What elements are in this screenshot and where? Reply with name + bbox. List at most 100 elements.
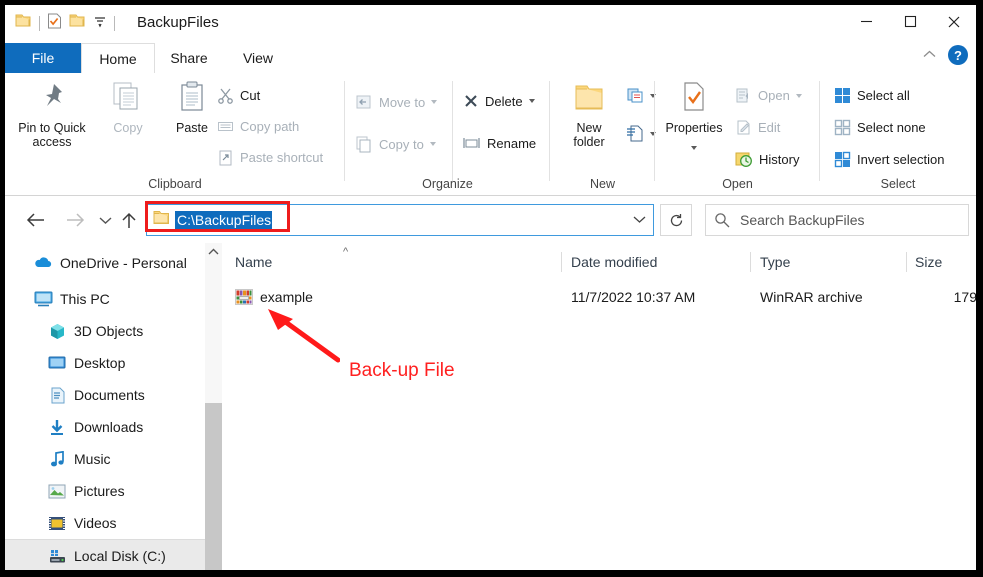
delete-button[interactable]: Delete — [463, 93, 535, 109]
quick-access-toolbar[interactable] — [15, 13, 115, 34]
copy-button[interactable]: Copy — [93, 81, 163, 135]
copy-to-button[interactable]: Copy to — [355, 135, 436, 153]
new-item-button[interactable] — [626, 87, 656, 104]
open-button[interactable]: Open — [735, 87, 802, 104]
copy-path-button[interactable]: Copy path — [217, 118, 299, 135]
navigation-scrollbar[interactable] — [205, 243, 222, 570]
folder-icon[interactable] — [15, 13, 32, 34]
sidebar-label-3d-objects: 3D Objects — [74, 323, 144, 339]
column-divider-1[interactable] — [561, 252, 562, 272]
up-button[interactable] — [117, 208, 141, 232]
select-all-label: Select all — [857, 88, 910, 103]
ribbon-controls: ? — [923, 45, 968, 65]
file-list-area: ^ Name Date modified Type Size example 1… — [223, 243, 976, 570]
properties-label: Properties — [665, 121, 723, 135]
paste-shortcut-button[interactable]: Paste shortcut — [217, 149, 323, 166]
column-header-date-modified[interactable]: Date modified — [571, 243, 761, 281]
this-pc-icon — [33, 289, 53, 309]
sidebar-item-this-pc[interactable]: This PC — [5, 283, 205, 315]
sidebar-item-onedrive[interactable]: OneDrive - Personal — [5, 247, 205, 279]
group-label-organize: Organize — [422, 177, 473, 191]
qat-separator-2 — [114, 16, 115, 31]
open-caret-icon[interactable] — [795, 93, 802, 98]
sidebar-item-music[interactable]: Music — [5, 443, 205, 475]
invert-selection-button[interactable]: Invert selection — [834, 151, 944, 168]
back-button[interactable] — [23, 208, 47, 232]
local-disk-icon — [47, 546, 67, 566]
group-label-select: Select — [880, 177, 916, 191]
invert-selection-label: Invert selection — [857, 152, 945, 167]
properties-button[interactable]: Properties — [659, 81, 729, 155]
ribbon-group-open: Properties Open Edit History Open — [655, 73, 820, 195]
minimize-button[interactable] — [844, 5, 888, 38]
scrollbar-up-arrow-icon[interactable] — [205, 243, 222, 260]
new-folder-icon[interactable] — [69, 13, 86, 34]
move-to-button[interactable]: Move to — [355, 93, 438, 111]
copy-label: Copy — [113, 121, 143, 135]
downloads-icon — [47, 417, 67, 437]
easy-access-button[interactable] — [626, 125, 656, 142]
sidebar-item-videos[interactable]: Videos — [5, 507, 205, 539]
column-header-type[interactable]: Type — [760, 243, 910, 281]
tab-file[interactable]: File — [5, 43, 81, 73]
copy-to-caret-icon[interactable] — [429, 142, 436, 146]
sidebar-item-documents[interactable]: Documents — [5, 379, 205, 411]
collapse-ribbon-icon[interactable] — [923, 46, 936, 64]
tab-home[interactable]: Home — [81, 43, 155, 74]
group-label-clipboard: Clipboard — [148, 177, 202, 191]
column-divider-2[interactable] — [750, 252, 751, 272]
select-none-button[interactable]: Select none — [834, 119, 926, 136]
3d-objects-icon — [47, 321, 67, 341]
search-icon — [706, 212, 730, 228]
rename-button[interactable]: Rename — [463, 135, 536, 151]
videos-icon — [47, 513, 67, 533]
paste-label: Paste — [176, 121, 208, 135]
tab-view[interactable]: View — [225, 43, 291, 73]
sidebar-item-desktop[interactable]: Desktop — [5, 347, 205, 379]
address-dropdown-icon[interactable] — [625, 205, 653, 233]
move-to-caret-icon[interactable] — [431, 100, 438, 104]
maximize-button[interactable] — [888, 5, 932, 38]
select-all-button[interactable]: Select all — [834, 87, 910, 104]
properties-caret-icon[interactable] — [691, 146, 697, 150]
window-title: BackupFiles — [137, 14, 219, 31]
search-input[interactable]: Search BackupFiles — [740, 212, 865, 228]
recent-locations-button[interactable] — [93, 208, 117, 232]
column-header-name[interactable]: Name — [235, 243, 555, 281]
forward-button[interactable] — [63, 208, 87, 232]
qat-dropdown-icon[interactable] — [93, 14, 107, 33]
sidebar-label-videos: Videos — [74, 515, 117, 531]
new-folder-button[interactable]: New folder — [554, 83, 624, 149]
documents-icon — [47, 385, 67, 405]
scrollbar-thumb[interactable] — [205, 403, 222, 570]
path-highlight-annotation — [145, 201, 290, 232]
help-button[interactable]: ? — [948, 45, 968, 65]
cut-button[interactable]: Cut — [217, 87, 260, 104]
rename-label: Rename — [487, 135, 537, 151]
sidebar-item-local-disk-c[interactable]: Local Disk (C:) — [5, 539, 205, 570]
refresh-button[interactable] — [660, 204, 692, 236]
column-divider-3[interactable] — [906, 252, 907, 272]
ribbon-group-select: Select all Select none Invert selection … — [820, 73, 976, 195]
winrar-archive-icon — [235, 289, 253, 305]
column-header-size[interactable]: Size — [915, 243, 975, 281]
tab-share[interactable]: Share — [153, 43, 225, 73]
file-date-modified-cell: 11/7/2022 10:37 AM — [571, 289, 696, 305]
ribbon-group-new: New folder New — [550, 73, 656, 195]
search-box[interactable]: Search BackupFiles — [705, 204, 969, 236]
history-button[interactable]: History — [735, 151, 799, 168]
history-label: History — [759, 152, 800, 167]
delete-caret-icon[interactable] — [528, 99, 535, 103]
sidebar-item-pictures[interactable]: Pictures — [5, 475, 205, 507]
delete-label: Delete — [485, 93, 523, 109]
properties-check-icon[interactable] — [47, 13, 62, 34]
sidebar-item-3d-objects[interactable]: 3D Objects — [5, 315, 205, 347]
close-button[interactable] — [932, 5, 976, 38]
music-icon — [47, 449, 67, 469]
pin-to-quick-access-button[interactable]: Pin to Quick access — [17, 81, 87, 149]
sidebar-item-downloads[interactable]: Downloads — [5, 411, 205, 443]
edit-button[interactable]: Edit — [735, 119, 780, 136]
annotation-label: Back-up File — [349, 360, 455, 381]
ribbon-group-organize: Move to Copy to Delete Rename Organize — [345, 73, 550, 195]
paste-shortcut-label: Paste shortcut — [240, 150, 324, 165]
